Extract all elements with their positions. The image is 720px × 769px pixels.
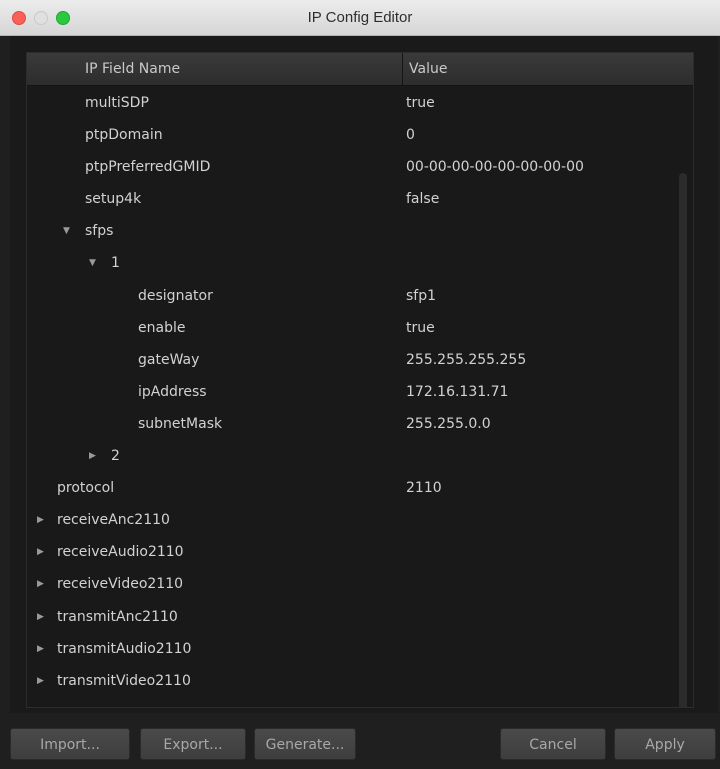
field-name: gateWay — [138, 351, 200, 368]
field-name: protocol — [57, 480, 115, 497]
field-name: transmitAudio2110 — [57, 640, 192, 657]
tree-row-sfp-1[interactable]: ▼ 1 — [27, 247, 693, 279]
tree-row-sfps[interactable]: ▼ sfps — [27, 215, 693, 247]
tree-row-ptpdomain[interactable]: ptpDomain 0 — [27, 119, 693, 151]
export-button[interactable]: Export... — [140, 728, 246, 760]
field-name: multiSDP — [85, 95, 149, 111]
tree-row-receiveaudio2110[interactable]: ▶ receiveAudio2110 — [27, 536, 693, 568]
tree-row-gateway[interactable]: gateWay 255.255.255.255 — [27, 344, 693, 376]
field-name: 2 — [111, 448, 120, 465]
field-name: receiveAnc2110 — [57, 512, 170, 529]
tree-row-enable[interactable]: enable true — [27, 312, 693, 344]
tree-row-protocol[interactable]: protocol 2110 — [27, 472, 693, 504]
tree-row-designator[interactable]: designator sfp1 — [27, 280, 693, 312]
tree-row-transmitanc2110[interactable]: ▶ transmitAnc2110 — [27, 601, 693, 633]
expanded-arrow-icon[interactable]: ▼ — [89, 247, 96, 279]
field-name: subnetMask — [138, 415, 223, 432]
field-name: ptpPreferredGMID — [85, 159, 211, 176]
tree-row-subnetmask[interactable]: subnetMask 255.255.0.0 — [27, 408, 693, 440]
tree-row-setup4k[interactable]: setup4k false — [27, 183, 693, 215]
field-value[interactable]: 00-00-00-00-00-00-00-00 — [406, 151, 584, 183]
field-name: enable — [138, 319, 186, 336]
field-value[interactable]: true — [406, 87, 435, 119]
field-name: receiveVideo2110 — [57, 576, 184, 593]
field-name: 1 — [111, 255, 120, 272]
field-name: transmitVideo2110 — [57, 672, 191, 689]
field-value[interactable]: 172.16.131.71 — [406, 376, 508, 408]
field-value[interactable]: 2110 — [406, 472, 442, 504]
tree-row-transmitaudio2110[interactable]: ▶ transmitAudio2110 — [27, 633, 693, 665]
generate-button[interactable]: Generate... — [254, 728, 356, 760]
collapsed-arrow-icon[interactable]: ▶ — [37, 601, 44, 633]
expanded-arrow-icon[interactable]: ▼ — [63, 215, 70, 247]
apply-button[interactable]: Apply — [614, 728, 716, 760]
collapsed-arrow-icon[interactable]: ▶ — [37, 568, 44, 600]
field-value[interactable]: sfp1 — [406, 280, 436, 312]
field-name: receiveAudio2110 — [57, 544, 184, 561]
tree-row-receivevideo2110[interactable]: ▶ receiveVideo2110 — [27, 568, 693, 600]
collapsed-arrow-icon[interactable]: ▶ — [37, 536, 44, 568]
field-value[interactable]: 0 — [406, 119, 415, 151]
field-value[interactable]: false — [406, 183, 439, 215]
column-header-value[interactable]: Value — [405, 53, 447, 85]
collapsed-arrow-icon[interactable]: ▶ — [37, 633, 44, 665]
column-header-field-name[interactable]: IP Field Name — [27, 53, 403, 85]
field-value[interactable]: true — [406, 312, 435, 344]
field-name: sfps — [85, 223, 114, 240]
field-value[interactable]: 255.255.255.255 — [406, 344, 526, 376]
cancel-button[interactable]: Cancel — [500, 728, 606, 760]
field-name: designator — [138, 287, 213, 304]
tree-row-sfp-2[interactable]: ▶ 2 — [27, 440, 693, 472]
collapsed-arrow-icon[interactable]: ▶ — [89, 440, 96, 472]
field-name: ptpDomain — [85, 127, 163, 144]
title-bar: IP Config Editor — [0, 0, 720, 36]
tree-row-multisdp[interactable]: multiSDP true — [27, 87, 693, 119]
tree-row-transmitvideo2110[interactable]: ▶ transmitVideo2110 — [27, 665, 693, 697]
config-tree[interactable]: IP Field Name Value multiSDP true ptpDom… — [26, 52, 694, 708]
vertical-scrollbar[interactable] — [679, 173, 687, 707]
collapsed-arrow-icon[interactable]: ▶ — [37, 504, 44, 536]
tree-rows: multiSDP true ptpDomain 0 ptpPreferredGM… — [27, 87, 693, 697]
window-title: IP Config Editor — [307, 9, 413, 26]
collapsed-arrow-icon[interactable]: ▶ — [37, 665, 44, 697]
field-name: setup4k — [85, 191, 142, 208]
field-name: ipAddress — [138, 383, 207, 400]
tree-header: IP Field Name Value — [27, 53, 693, 86]
tree-row-ipaddress[interactable]: ipAddress 172.16.131.71 — [27, 376, 693, 408]
field-name: transmitAnc2110 — [57, 608, 178, 625]
tree-row-receiveanc2110[interactable]: ▶ receiveAnc2110 — [27, 504, 693, 536]
tree-row-ptppreferredgmid[interactable]: ptpPreferredGMID 00-00-00-00-00-00-00-00 — [27, 151, 693, 183]
import-button[interactable]: Import... — [10, 728, 130, 760]
field-value[interactable]: 255.255.0.0 — [406, 408, 491, 440]
